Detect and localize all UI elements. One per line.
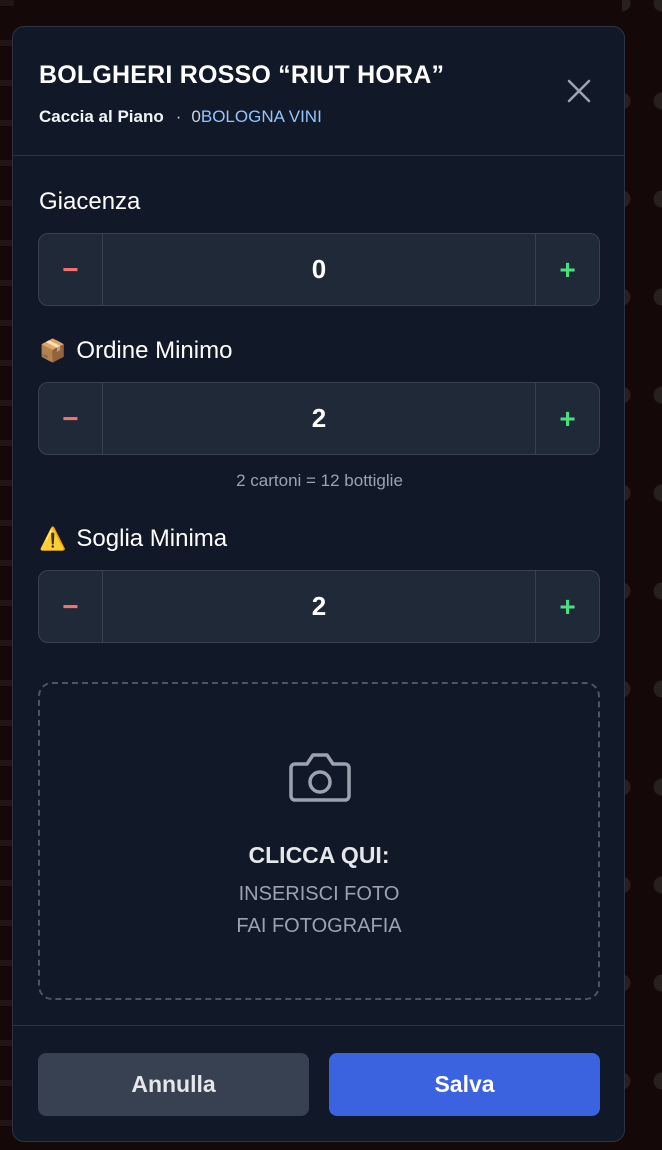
modal-footer: Annulla Salva xyxy=(13,1025,624,1141)
product-subtitle: Caccia al Piano · 0BOLOGNA VINI xyxy=(39,107,322,127)
backdrop-dots xyxy=(622,0,662,1150)
ordine-minimo-label-text: Ordine Minimo xyxy=(76,337,233,364)
ordine-minimo-value[interactable]: 2 xyxy=(103,383,535,454)
giacenza-stepper: − 0 + xyxy=(38,233,600,306)
giacenza-increment-button[interactable]: + xyxy=(535,234,599,305)
soglia-minima-increment-button[interactable]: + xyxy=(535,571,599,642)
soglia-minima-label-text: Soglia Minima xyxy=(76,525,228,552)
ordine-minimo-decrement-button[interactable]: − xyxy=(39,383,103,454)
ordine-minimo-stepper: − 2 + xyxy=(38,382,600,455)
insert-photo-text: INSERISCI FOTO xyxy=(238,883,400,905)
product-title: BOLGHERI ROSSO “RIUT HORA” xyxy=(39,61,445,89)
soglia-minima-value[interactable]: 2 xyxy=(103,571,535,642)
giacenza-label: Giacenza xyxy=(39,188,140,216)
photo-dropzone[interactable]: CLICCA QUI: INSERISCI FOTO FAI FOTOGRAFI… xyxy=(38,682,600,1000)
camera-icon xyxy=(289,753,351,802)
modal-header: BOLGHERI ROSSO “RIUT HORA” Caccia al Pia… xyxy=(13,27,624,156)
ordine-minimo-increment-button[interactable]: + xyxy=(535,383,599,454)
soglia-minima-label: ⚠️ Soglia Minima xyxy=(39,525,227,553)
photo-dropzone-title: CLICCA QUI: xyxy=(248,842,390,868)
cancel-button[interactable]: Annulla xyxy=(38,1053,309,1116)
close-icon xyxy=(567,79,591,103)
soglia-minima-decrement-button[interactable]: − xyxy=(39,571,103,642)
venue-name: Caccia al Piano xyxy=(39,107,164,126)
ordine-minimo-hint: 2 cartoni = 12 bottiglie xyxy=(236,471,403,490)
separator-dot: · xyxy=(175,107,182,126)
take-photo-text: FAI FOTOGRAFIA xyxy=(236,915,402,937)
save-button[interactable]: Salva xyxy=(329,1053,600,1116)
close-button[interactable] xyxy=(565,77,593,105)
edit-product-modal: BOLGHERI ROSSO “RIUT HORA” Caccia al Pia… xyxy=(12,26,625,1142)
soglia-minima-stepper: − 2 + xyxy=(38,570,600,643)
giacenza-decrement-button[interactable]: − xyxy=(39,234,103,305)
giacenza-label-text: Giacenza xyxy=(39,188,141,215)
giacenza-value[interactable]: 0 xyxy=(103,234,535,305)
supplier-count: 0 xyxy=(191,107,201,126)
supplier-name: BOLOGNA VINI xyxy=(200,107,322,126)
ordine-minimo-label: 📦 Ordine Minimo xyxy=(39,337,232,365)
package-icon: 📦 xyxy=(39,338,67,363)
warning-icon: ⚠️ xyxy=(39,526,67,551)
